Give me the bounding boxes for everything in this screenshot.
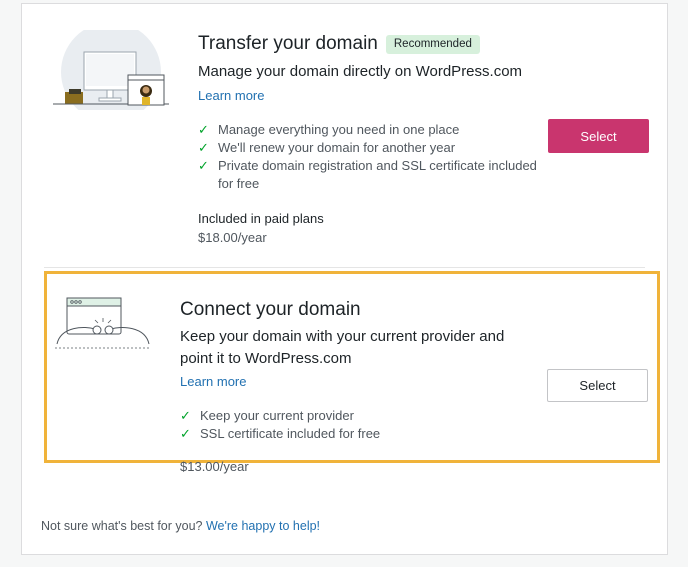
transfer-title-row: Transfer your domain Recommended xyxy=(198,32,538,56)
connect-domain-option[interactable]: Connect your domain Keep your domain wit… xyxy=(44,271,660,474)
transfer-content: Transfer your domain Recommended Manage … xyxy=(198,32,538,245)
recommended-badge: Recommended xyxy=(385,34,480,54)
divider xyxy=(44,267,645,268)
connect-title: Connect your domain xyxy=(180,299,361,320)
feature-text: Manage everything you need in one place xyxy=(218,122,460,137)
check-icon: ✓ xyxy=(198,122,209,137)
help-text: Not sure what's best for you? We're happ… xyxy=(41,519,320,533)
feature-item: ✓ Keep your current provider xyxy=(180,407,525,425)
connect-illustration xyxy=(55,296,151,358)
transfer-price: $18.00/year xyxy=(198,230,267,245)
transfer-select-button[interactable]: Select xyxy=(548,119,649,153)
check-icon: ✓ xyxy=(180,426,191,441)
connect-feature-list: ✓ Keep your current provider ✓ SSL certi… xyxy=(180,407,525,443)
feature-item: ✓ SSL certificate included for free xyxy=(180,425,525,443)
transfer-illustration xyxy=(53,22,169,122)
feature-text: Private domain registration and SSL cert… xyxy=(218,158,537,191)
transfer-subtitle: Manage your domain directly on WordPress… xyxy=(198,63,523,80)
feature-text: We'll renew your domain for another year xyxy=(218,140,456,155)
help-link[interactable]: We're happy to help! xyxy=(206,519,320,533)
transfer-learn-more-link[interactable]: Learn more xyxy=(198,88,264,103)
feature-item: ✓ Manage everything you need in one plac… xyxy=(198,121,538,139)
connect-price: $13.00/year xyxy=(180,459,249,474)
connect-subtitle: Keep your domain with your current provi… xyxy=(180,328,505,367)
transfer-title: Transfer your domain xyxy=(198,33,378,54)
feature-text: Keep your current provider xyxy=(200,408,354,423)
check-icon: ✓ xyxy=(198,158,209,173)
check-icon: ✓ xyxy=(198,140,209,155)
check-icon: ✓ xyxy=(180,408,191,423)
connect-select-button[interactable]: Select xyxy=(547,369,648,402)
feature-item: ✓ We'll renew your domain for another ye… xyxy=(198,139,538,157)
connect-learn-more-link[interactable]: Learn more xyxy=(180,374,246,389)
feature-item: ✓ Private domain registration and SSL ce… xyxy=(198,157,538,193)
transfer-feature-list: ✓ Manage everything you need in one plac… xyxy=(198,121,538,193)
connect-content: Connect your domain Keep your domain wit… xyxy=(180,298,525,474)
transfer-domain-option: Transfer your domain Recommended Manage … xyxy=(22,4,667,267)
feature-text: SSL certificate included for free xyxy=(200,426,381,441)
help-prompt: Not sure what's best for you? xyxy=(41,519,203,533)
plan-label: Included in paid plans xyxy=(198,211,324,226)
domain-options-panel: Transfer your domain Recommended Manage … xyxy=(21,3,668,555)
